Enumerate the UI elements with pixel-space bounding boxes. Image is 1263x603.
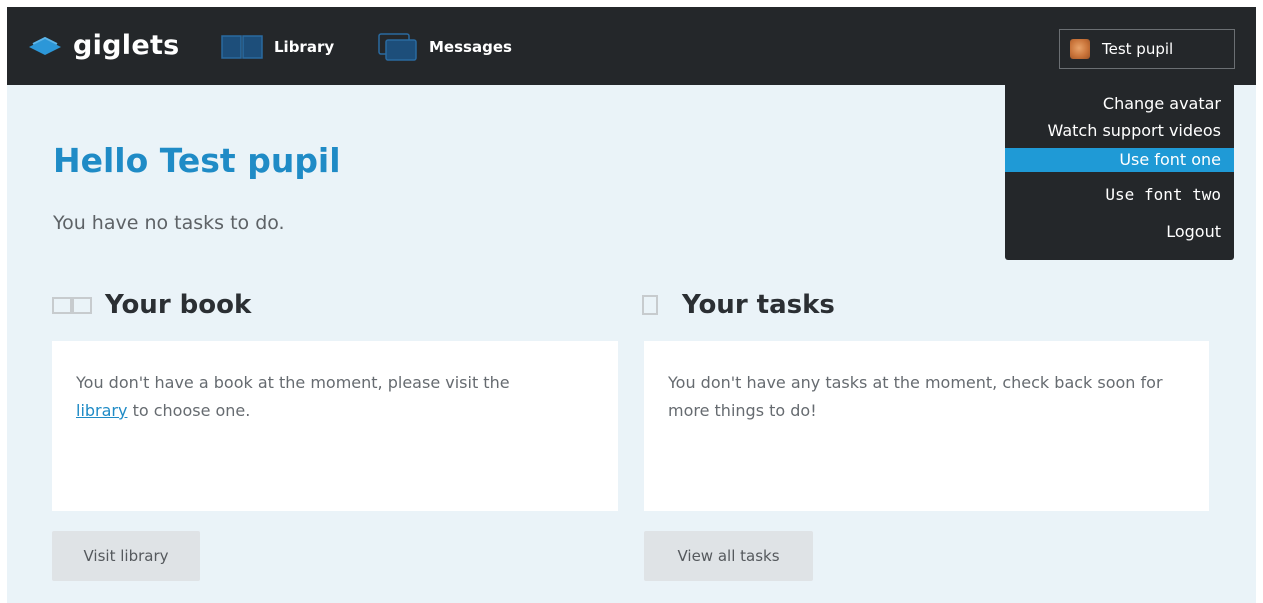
visit-library-button[interactable]: Visit library: [52, 531, 200, 581]
tasks-card: You don't have any tasks at the moment, …: [644, 341, 1209, 511]
app-frame: giglets Library Messages Test pupil Chan…: [7, 7, 1256, 603]
menu-watch-support-videos[interactable]: Watch support videos: [1005, 119, 1234, 143]
tasks-section-heading: Your tasks: [640, 289, 835, 321]
view-all-tasks-button[interactable]: View all tasks: [644, 531, 813, 581]
user-name: Test pupil: [1102, 40, 1174, 58]
nav-library[interactable]: Library: [220, 31, 334, 63]
book-card-text-end: to choose one.: [127, 401, 251, 420]
brand-name: giglets: [73, 29, 180, 61]
tasks-card-message: You don't have any tasks at the moment, …: [668, 373, 1163, 420]
page-title: Hello Test pupil: [53, 141, 341, 180]
book-icon: [221, 35, 263, 59]
menu-use-font-one[interactable]: Use font one: [1005, 148, 1234, 172]
page-subtitle: You have no tasks to do.: [53, 212, 285, 234]
book-card: You don't have a book at the moment, ple…: [52, 341, 618, 511]
user-dropdown-menu: Change avatar Watch support videos Use f…: [1005, 85, 1234, 260]
menu-change-avatar[interactable]: Change avatar: [1005, 92, 1234, 116]
nav-messages-label: Messages: [429, 38, 512, 56]
book-card-message: You don't have a book at the moment, ple…: [76, 369, 606, 425]
book-section-heading: Your book: [51, 289, 251, 321]
task-icon: [642, 295, 658, 315]
open-book-icon: [52, 297, 92, 314]
book-section-title: Your book: [105, 290, 252, 320]
brand-logo[interactable]: giglets: [27, 27, 180, 63]
menu-use-font-two[interactable]: Use font two: [1005, 183, 1234, 207]
messages-icon: [378, 33, 417, 61]
menu-logout[interactable]: Logout: [1005, 220, 1234, 244]
avatar: [1070, 39, 1090, 59]
library-link[interactable]: library: [76, 401, 127, 420]
tasks-section-title: Your tasks: [682, 290, 835, 320]
user-menu-button[interactable]: Test pupil: [1059, 29, 1235, 69]
nav-messages[interactable]: Messages: [377, 31, 512, 63]
book-card-text: You don't have a book at the moment, ple…: [76, 373, 510, 392]
giglets-logo-icon: [29, 36, 61, 55]
top-navbar: giglets Library Messages Test pupil: [7, 7, 1256, 85]
nav-library-label: Library: [274, 38, 335, 56]
